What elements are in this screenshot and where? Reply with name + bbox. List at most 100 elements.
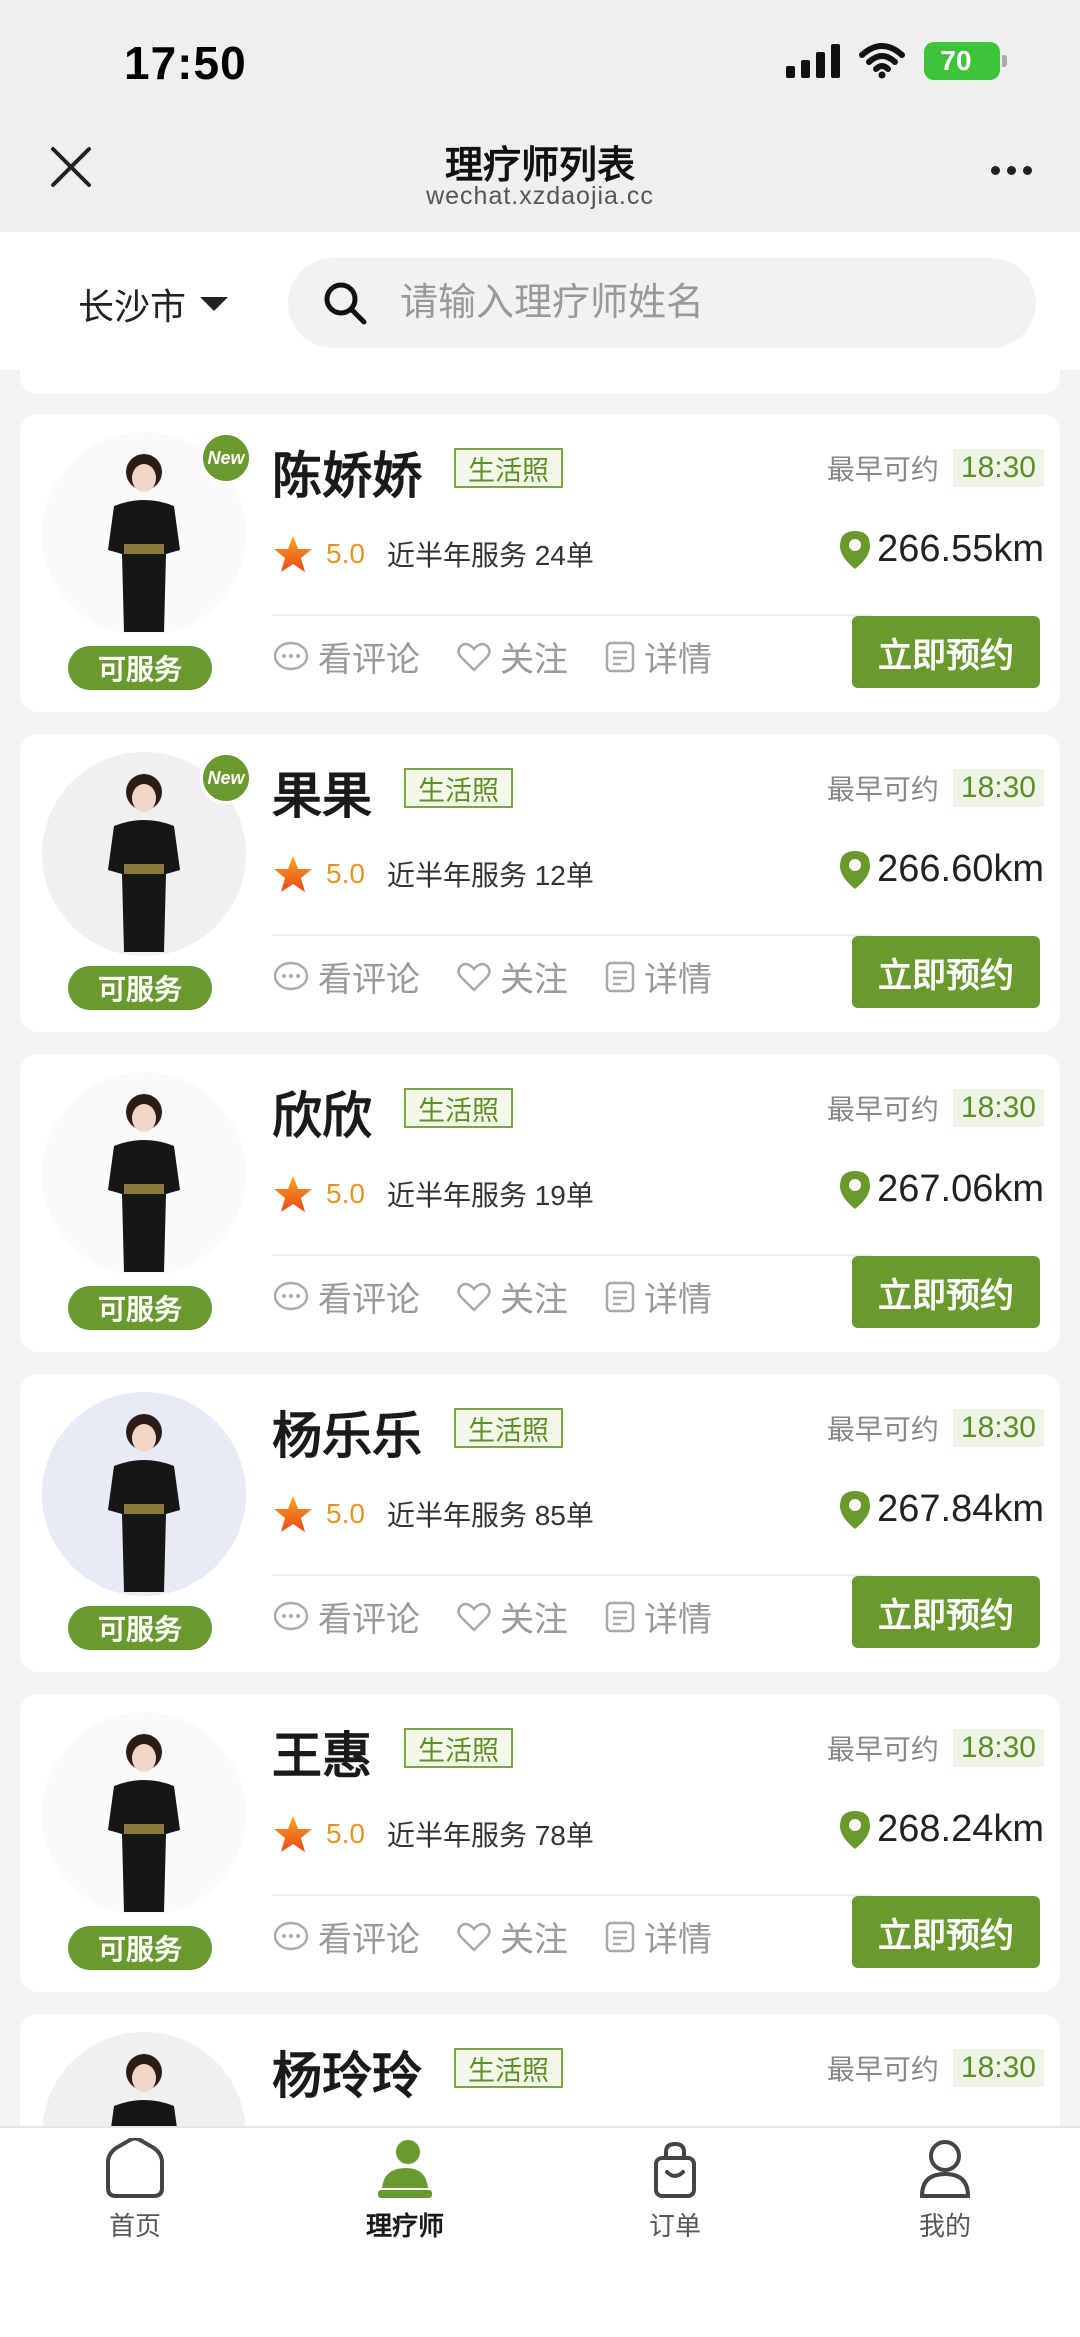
therapist-card[interactable]: 可服务 王惠 生活照 最早可约 18:30 5.0 近半年服务 78单 268.24km 看评论…	[20, 1694, 1060, 1992]
comments-label: 看评论	[318, 1601, 420, 1639]
earliest-label: 最早可约	[826, 774, 939, 805]
life-photo-tag[interactable]: 生活照	[454, 2048, 563, 2088]
avatar[interactable]: New 可服务	[42, 752, 252, 1010]
tab-mine[interactable]: 我的	[810, 2138, 1080, 2243]
divider	[272, 934, 872, 936]
city-selector[interactable]: 长沙市	[78, 278, 229, 330]
comment-icon	[273, 641, 309, 670]
follow-link[interactable]: 关注	[456, 632, 568, 681]
therapist-card[interactable]: New 可服务 果果 生活照 最早可约 18:30 5.0 近半年服务 12单 266.60km…	[20, 734, 1060, 1032]
therapist-name: 王惠	[272, 1728, 372, 1784]
earliest-label: 最早可约	[826, 1734, 939, 1765]
service-count: 近半年服务 19单	[386, 1180, 594, 1211]
search-input[interactable]	[400, 281, 1000, 325]
comments-link[interactable]: 看评论	[272, 952, 420, 1001]
earliest-available: 最早可约 18:30	[827, 448, 1044, 488]
service-count: 近半年服务 12单	[386, 860, 594, 891]
avatar-photo	[42, 2032, 246, 2126]
document-icon	[605, 961, 635, 992]
avatar[interactable]: 可服务	[42, 1072, 248, 1330]
details-link[interactable]: 详情	[604, 952, 712, 1001]
earliest-label: 最早可约	[826, 2054, 939, 2085]
earliest-label: 最早可约	[826, 1414, 939, 1445]
details-label: 详情	[644, 1921, 712, 1959]
follow-link[interactable]: 关注	[456, 1912, 568, 1961]
rating-value: 5.0	[326, 1818, 365, 1849]
battery-icon: 70	[924, 42, 1007, 80]
rating-value: 5.0	[326, 1498, 365, 1529]
tab-orders-label: 订单	[648, 2211, 701, 2241]
comments-label: 看评论	[318, 1281, 420, 1319]
comments-label: 看评论	[318, 1921, 420, 1959]
document-icon	[605, 1281, 635, 1312]
distance-value: 266.60km	[877, 848, 1044, 890]
bottom-tabbar: 首页 理疗师 订单 我的	[0, 2126, 1080, 2337]
follow-link[interactable]: 关注	[456, 1272, 568, 1321]
serviceable-badge: 可服务	[68, 1926, 212, 1970]
details-link[interactable]: 详情	[604, 632, 712, 681]
bag-icon	[654, 2141, 696, 2198]
therapist-name: 陈娇娇	[272, 448, 422, 504]
rating-value: 5.0	[326, 858, 365, 889]
search-box[interactable]	[288, 258, 1036, 348]
details-link[interactable]: 详情	[604, 1592, 712, 1641]
rating-row: 5.0 近半年服务 12单	[272, 854, 594, 894]
avatar[interactable]: New 可服务	[42, 432, 252, 690]
heart-icon	[457, 962, 491, 992]
therapist-name: 果果	[272, 768, 372, 824]
home-icon	[106, 2138, 164, 2198]
details-link[interactable]: 详情	[604, 1912, 712, 1961]
comments-link[interactable]: 看评论	[272, 1592, 420, 1641]
star-icon	[274, 536, 312, 572]
details-link[interactable]: 详情	[604, 1272, 712, 1321]
therapist-name: 欣欣	[272, 1088, 372, 1144]
serviceable-badge: 可服务	[68, 1606, 212, 1650]
avatar-photo	[42, 1392, 246, 1596]
therapist-card[interactable]: New 可服务 陈娇娇 生活照 最早可约 18:30 5.0 近半年服务 24单 266.55k…	[20, 414, 1060, 712]
card-actions: 看评论 关注 详情	[272, 1272, 712, 1321]
star-icon	[274, 1176, 312, 1212]
star-icon	[274, 1496, 312, 1532]
follow-link[interactable]: 关注	[456, 952, 568, 1001]
avatar[interactable]: 可服务	[42, 2032, 248, 2126]
avatar[interactable]: 可服务	[42, 1392, 248, 1650]
rating-row: 5.0 近半年服务 19单	[272, 1174, 594, 1214]
life-photo-tag[interactable]: 生活照	[404, 768, 513, 808]
search-bar: 长沙市	[0, 232, 1080, 370]
tab-home[interactable]: 首页	[0, 2138, 270, 2243]
card-actions: 看评论 关注 详情	[272, 632, 712, 681]
life-photo-tag[interactable]: 生活照	[404, 1088, 513, 1128]
comments-link[interactable]: 看评论	[272, 1912, 420, 1961]
book-now-button[interactable]: 立即预约	[852, 616, 1040, 688]
life-photo-tag[interactable]: 生活照	[404, 1728, 513, 1768]
follow-link[interactable]: 关注	[456, 1592, 568, 1641]
comments-link[interactable]: 看评论	[272, 1272, 420, 1321]
rating-row: 5.0 近半年服务 78单	[272, 1814, 594, 1854]
book-now-button[interactable]: 立即预约	[852, 936, 1040, 1008]
new-badge: New	[200, 752, 252, 804]
book-now-button[interactable]: 立即预约	[852, 1256, 1040, 1328]
wifi-icon	[859, 43, 905, 79]
therapist-card[interactable]: 可服务杨玲玲生活照 最早可约 18:30	[20, 2014, 1060, 2126]
more-icon[interactable]	[991, 166, 1032, 175]
divider	[272, 1574, 872, 1576]
rating-row: 5.0 近半年服务 24单	[272, 534, 594, 574]
document-icon	[605, 1921, 635, 1952]
tab-therapist[interactable]: 理疗师	[270, 2138, 540, 2243]
earliest-time: 18:30	[952, 2049, 1044, 2087]
therapist-card[interactable]: 可服务 杨乐乐 生活照 最早可约 18:30 5.0 近半年服务 85单 267.84km 看评…	[20, 1374, 1060, 1672]
book-now-button[interactable]: 立即预约	[852, 1576, 1040, 1648]
therapist-card[interactable]: 可服务 欣欣 生活照 最早可约 18:30 5.0 近半年服务 19单 267.06km 看评论…	[20, 1054, 1060, 1352]
book-now-button[interactable]: 立即预约	[852, 1896, 1040, 1968]
tab-mine-label: 我的	[918, 2211, 971, 2241]
comments-link[interactable]: 看评论	[272, 632, 420, 681]
location-pin-icon	[840, 530, 871, 569]
location-pin-icon	[840, 1810, 871, 1849]
avatar[interactable]: 可服务	[42, 1712, 248, 1970]
rating-value: 5.0	[326, 1178, 365, 1209]
life-photo-tag[interactable]: 生活照	[454, 1408, 563, 1448]
life-photo-tag[interactable]: 生活照	[454, 448, 563, 488]
comment-icon	[273, 961, 309, 990]
tab-orders[interactable]: 订单	[540, 2138, 810, 2243]
details-label: 详情	[644, 1281, 712, 1319]
